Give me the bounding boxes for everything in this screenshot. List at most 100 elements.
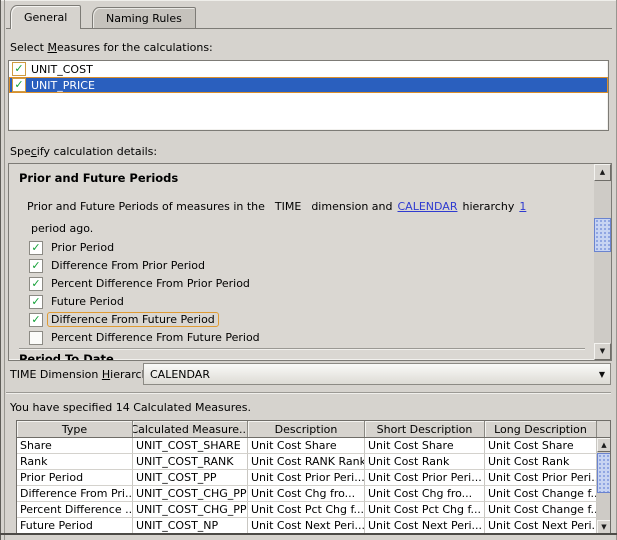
time-dimension-hierarchy-label: TIME Dimension Hierarchy: — [10, 368, 158, 381]
cell-description: Unit Cost Prior Peri... — [248, 470, 365, 486]
calculation-details-pane: Prior and Future Periods Prior and Futur… — [8, 163, 612, 361]
summary-text: You have specified 14 Calculated Measure… — [10, 401, 252, 414]
checkbox-checked-icon[interactable]: ✓ — [12, 62, 26, 76]
option-future-period[interactable]: ✓ Future Period — [29, 294, 127, 309]
check-icon: ✓ — [14, 62, 24, 75]
cell-type: Prior Period — [17, 470, 133, 486]
option-percent-difference-from-future-period[interactable]: ✓ Percent Difference From Future Period — [29, 330, 263, 345]
cell-short-description: Unit Cost Chg fro... — [365, 486, 485, 502]
cell-description: Unit Cost Chg fro... — [248, 486, 365, 502]
select-measures-label: Select Measures for the calculations: — [10, 41, 213, 54]
checkbox-checked-icon[interactable]: ✓ — [29, 294, 43, 309]
option-difference-from-prior-period[interactable]: ✓ Difference From Prior Period — [29, 258, 208, 273]
option-label: Percent Difference From Future Period — [51, 331, 260, 344]
check-icon: ✓ — [31, 312, 41, 326]
cell-type: Rank — [17, 454, 133, 470]
dimension-name: TIME — [274, 200, 302, 213]
details-scrollbar[interactable]: ▲ ▼ — [594, 164, 611, 360]
table-scrollbar[interactable]: ▲ ▼ — [597, 438, 610, 533]
table-row[interactable]: Rank UNIT_COST_RANK Unit Cost RANK Rank … — [17, 454, 610, 470]
calculation-wizard-window: General Naming Rules Select Measures for… — [0, 0, 617, 540]
hierarchy-dropdown-value: CALENDAR — [150, 367, 210, 381]
tab-naming-rules[interactable]: Naming Rules — [92, 7, 196, 28]
cell-long-description: Unit Cost Share — [485, 438, 597, 454]
measure-label: UNIT_PRICE — [31, 78, 95, 92]
calculated-measures-table: Type Calculated Measure... Description S… — [16, 420, 611, 534]
cell-long-description: Unit Cost Next Peri... — [485, 518, 597, 533]
scroll-down-arrow-icon[interactable]: ▼ — [594, 343, 611, 360]
tab-baseline — [6, 28, 612, 29]
measures-list: ✓ UNIT_COST ✓ UNIT_PRICE — [8, 60, 609, 131]
cell-description: Unit Cost Pct Chg f... — [248, 502, 365, 518]
specify-details-label: Specify calculation details: — [10, 145, 158, 158]
option-difference-from-future-period[interactable]: ✓ Difference From Future Period — [29, 312, 219, 327]
window-bottom-edge — [0, 533, 617, 535]
table-row[interactable]: Prior Period UNIT_COST_PP Unit Cost Prio… — [17, 470, 610, 486]
cell-type: Future Period — [17, 518, 133, 533]
measure-label: UNIT_COST — [31, 62, 93, 76]
prior-future-intro-line2: period ago. — [31, 222, 94, 235]
scrollbar-thumb[interactable] — [594, 218, 611, 252]
tab-naming-rules-label: Naming Rules — [106, 11, 182, 25]
cell-long-description: Unit Cost Prior Peri... — [485, 470, 597, 486]
option-prior-period[interactable]: ✓ Prior Period — [29, 240, 117, 255]
check-icon: ✓ — [14, 78, 24, 91]
cell-calculated-measure: UNIT_COST_CHG_PP — [133, 502, 248, 518]
checkbox-checked-icon[interactable]: ✓ — [29, 240, 43, 255]
scroll-down-arrow-icon[interactable]: ▼ — [597, 520, 610, 533]
cell-short-description: Unit Cost Pct Chg f... — [365, 502, 485, 518]
window-border-top — [0, 0, 617, 1]
tab-bar: General Naming Rules — [6, 5, 612, 29]
scroll-up-arrow-icon[interactable]: ▲ — [597, 438, 610, 452]
window-border-left-inner — [4, 0, 5, 540]
cell-long-description: Unit Cost Change f... — [485, 486, 597, 502]
cell-short-description: Unit Cost Next Peri... — [365, 518, 485, 533]
option-label: Future Period — [51, 295, 124, 308]
scrollbar-thumb[interactable] — [597, 453, 610, 493]
option-percent-difference-from-prior-period[interactable]: ✓ Percent Difference From Prior Period — [29, 276, 253, 291]
column-header-short-description[interactable]: Short Description — [365, 421, 485, 437]
column-header-long-description[interactable]: Long Description — [485, 421, 597, 437]
prior-future-periods-title: Prior and Future Periods — [19, 171, 179, 185]
cell-description: Unit Cost Next Peri... — [248, 518, 365, 533]
table-header-row: Type Calculated Measure... Description S… — [17, 421, 610, 438]
column-header-description[interactable]: Description — [248, 421, 365, 437]
cell-description: Unit Cost RANK Rank — [248, 454, 365, 470]
column-header-calculated-measure[interactable]: Calculated Measure... — [133, 421, 248, 437]
checkbox-checked-icon[interactable]: ✓ — [29, 276, 43, 291]
tab-general[interactable]: General — [10, 5, 82, 29]
prior-future-intro-line1: Prior and Future Periods of measures in … — [27, 200, 527, 213]
scroll-up-arrow-icon[interactable]: ▲ — [594, 164, 611, 181]
calendar-hierarchy-link[interactable]: CALENDAR — [398, 200, 458, 213]
cell-short-description: Unit Cost Share — [365, 438, 485, 454]
measure-row-unit-cost[interactable]: ✓ UNIT_COST — [9, 61, 608, 77]
check-icon: ✓ — [31, 240, 41, 254]
cell-short-description: Unit Cost Rank — [365, 454, 485, 470]
measure-row-unit-price[interactable]: ✓ UNIT_PRICE — [9, 77, 608, 93]
checkbox-checked-icon[interactable]: ✓ — [12, 78, 26, 92]
period-to-date-title: Period To Date — [19, 352, 114, 361]
table-row[interactable]: Future Period UNIT_COST_NP Unit Cost Nex… — [17, 518, 610, 533]
table-row[interactable]: Difference From Pri... UNIT_COST_CHG_PP … — [17, 486, 610, 502]
check-icon: ✓ — [31, 333, 40, 343]
hierarchy-dropdown[interactable]: CALENDAR ▼ — [143, 363, 611, 385]
table-row[interactable]: Share UNIT_COST_SHARE Unit Cost Share Un… — [17, 438, 610, 454]
checkbox-unchecked-icon[interactable]: ✓ — [29, 330, 43, 345]
chevron-down-icon[interactable]: ▼ — [599, 370, 605, 379]
cell-calculated-measure: UNIT_COST_NP — [133, 518, 248, 533]
check-icon: ✓ — [31, 258, 41, 272]
checkbox-checked-icon[interactable]: ✓ — [29, 312, 43, 327]
cell-short-description: Unit Cost Prior Peri... — [365, 470, 485, 486]
section-separator — [19, 348, 585, 349]
option-label: Percent Difference From Prior Period — [51, 277, 250, 290]
check-icon: ✓ — [31, 294, 41, 308]
column-header-type[interactable]: Type — [17, 421, 133, 437]
table-row[interactable]: Percent Difference ... UNIT_COST_CHG_PP … — [17, 502, 610, 518]
periods-ago-link[interactable]: 1 — [519, 200, 526, 213]
cell-type: Percent Difference ... — [17, 502, 133, 518]
cell-long-description: Unit Cost Change f... — [485, 502, 597, 518]
cell-long-description: Unit Cost Rank — [485, 454, 597, 470]
checkbox-checked-icon[interactable]: ✓ — [29, 258, 43, 273]
option-label: Difference From Future Period — [47, 312, 219, 327]
cell-type: Share — [17, 438, 133, 454]
